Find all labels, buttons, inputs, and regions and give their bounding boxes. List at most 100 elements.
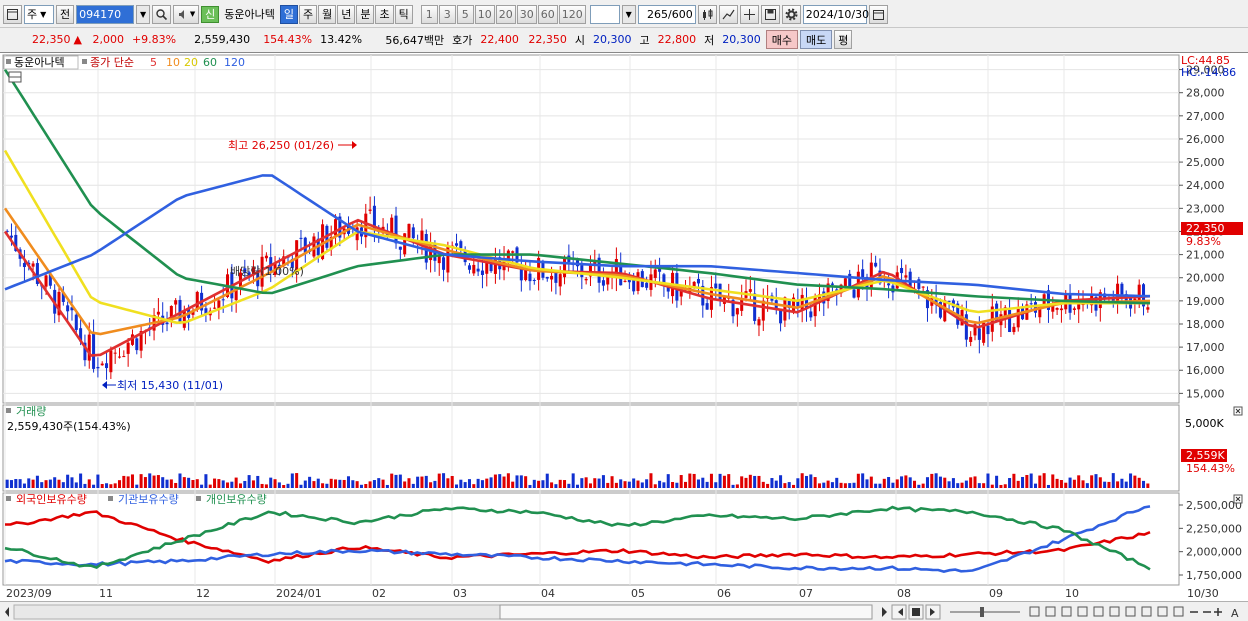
layout-icon[interactable] bbox=[1125, 606, 1136, 617]
stock-code-input[interactable]: 094170 bbox=[76, 4, 135, 24]
price-tick-label: 21,000 bbox=[1186, 249, 1225, 262]
buy-button[interactable]: 매수 bbox=[765, 30, 798, 49]
draw-tool-icon[interactable] bbox=[718, 4, 738, 24]
legend-stock[interactable]: 동운아나텍 bbox=[14, 56, 65, 69]
tab-week[interactable]: 주 bbox=[298, 4, 318, 24]
x-axis: 2023/09 11 12 2024/01 02 03 04 05 06 07 08 09 10 10/3… bbox=[6, 587, 1219, 600]
holding-tick-label: 2,250,000 bbox=[1186, 522, 1242, 535]
price-tick-label: 19,000 bbox=[1186, 295, 1225, 308]
tab-120min[interactable]: 120 bbox=[558, 4, 586, 24]
tab-60min[interactable]: 60 bbox=[537, 4, 558, 24]
tab-10min[interactable]: 10 bbox=[474, 4, 495, 24]
volume-bar bbox=[295, 473, 299, 488]
individual-title[interactable]: 개인보유수량 bbox=[206, 493, 267, 506]
volume-bar bbox=[334, 479, 338, 488]
volume-bar bbox=[251, 480, 255, 488]
volume-bar bbox=[161, 477, 165, 488]
scroll-right-icon[interactable] bbox=[882, 607, 887, 617]
x-tick-label: 2023/09 bbox=[6, 587, 52, 600]
window-icon[interactable] bbox=[3, 4, 22, 24]
tab-20min[interactable]: 20 bbox=[495, 4, 516, 24]
tab-3min[interactable]: 3 bbox=[438, 4, 456, 24]
tab-tick[interactable]: 틱 bbox=[394, 4, 413, 24]
legend-ma-title[interactable]: 종가 단순 bbox=[90, 56, 134, 69]
chart-canvas[interactable]: 29,00028,00027,00026,00025,00024,00023,0… bbox=[0, 53, 1248, 601]
scroll-track[interactable] bbox=[13, 604, 505, 620]
search-icon[interactable] bbox=[152, 4, 172, 24]
volume-bar bbox=[308, 476, 312, 488]
prev-button[interactable]: 전 bbox=[56, 4, 75, 24]
foreign-title[interactable]: 외국인보유수량 bbox=[16, 493, 87, 506]
candle-body bbox=[100, 363, 104, 366]
tab-month[interactable]: 월 bbox=[318, 4, 337, 24]
period-type-select[interactable]: 주 ▼ bbox=[24, 4, 54, 24]
scroll-left-icon[interactable] bbox=[5, 607, 9, 617]
candle-body bbox=[221, 299, 225, 301]
tab-30min[interactable]: 30 bbox=[516, 4, 537, 24]
date-input[interactable]: 2024/10/30 bbox=[802, 4, 869, 24]
volume-bar bbox=[908, 477, 912, 488]
legend-marker-icon bbox=[6, 496, 11, 501]
layout-icon[interactable] bbox=[1173, 606, 1184, 617]
volume-title[interactable]: 거래량 bbox=[16, 405, 46, 418]
speaker-icon[interactable]: ▼ bbox=[173, 4, 200, 24]
chart-scrollbar[interactable]: A bbox=[0, 601, 1248, 621]
institution-title[interactable]: 기관보유수량 bbox=[118, 493, 179, 506]
candle-body bbox=[636, 272, 640, 291]
zoom-slider-handle[interactable] bbox=[980, 607, 984, 617]
candle-type-icon[interactable] bbox=[697, 4, 717, 24]
volume-bar bbox=[195, 479, 199, 488]
scrollbar-canvas[interactable]: A bbox=[0, 602, 1248, 621]
volume-bar bbox=[5, 479, 9, 488]
tab-5min[interactable]: 5 bbox=[456, 4, 474, 24]
layout-icon[interactable] bbox=[1157, 606, 1168, 617]
open-price: 20,300 bbox=[592, 33, 632, 46]
chart-area[interactable]: 29,000 28,000 27,000 26,000 25,000 24,000 23,0… bbox=[0, 52, 1248, 621]
scroll-thumb[interactable] bbox=[499, 604, 873, 620]
tab-1min[interactable]: 1 bbox=[420, 4, 438, 24]
volume-bar bbox=[969, 477, 973, 488]
volume-bar bbox=[658, 480, 662, 488]
layout-icon[interactable] bbox=[1141, 606, 1152, 617]
candle-body bbox=[735, 308, 739, 315]
chevron-down-icon[interactable]: ▼ bbox=[621, 4, 636, 24]
volume-bar bbox=[826, 480, 830, 488]
volume-bar bbox=[204, 474, 208, 488]
layout-icon[interactable] bbox=[1109, 606, 1120, 617]
auto-scale-icon[interactable]: A bbox=[1231, 607, 1239, 620]
sell-button[interactable]: 매도 bbox=[799, 30, 833, 49]
x-tick-label: 07 bbox=[799, 587, 813, 600]
candle-body bbox=[843, 278, 847, 287]
custom-period-input[interactable] bbox=[589, 4, 620, 24]
current-price: 22,350 ▲ bbox=[29, 30, 85, 49]
volume-bar bbox=[951, 478, 955, 488]
layout-icon[interactable] bbox=[1077, 606, 1088, 617]
volume-bar bbox=[627, 481, 631, 488]
data-count-field[interactable]: 265/600 bbox=[637, 4, 696, 24]
price-tick-label: 25,000 bbox=[1186, 156, 1225, 169]
crosshair-icon[interactable] bbox=[739, 4, 759, 24]
volume-bar bbox=[606, 482, 610, 488]
legend-ma5: 5 bbox=[150, 56, 157, 69]
evaluate-button[interactable]: 평 bbox=[834, 30, 853, 49]
layout-icon[interactable] bbox=[1029, 606, 1040, 617]
volume-bar bbox=[1120, 478, 1124, 488]
volume-bar bbox=[424, 475, 428, 488]
volume-bar bbox=[381, 479, 385, 488]
candle-body bbox=[1116, 283, 1120, 304]
volume-bar bbox=[709, 473, 713, 488]
candle-body bbox=[1120, 283, 1124, 295]
layout-icon[interactable] bbox=[1061, 606, 1072, 617]
tab-year[interactable]: 년 bbox=[337, 4, 356, 24]
tab-second[interactable]: 초 bbox=[375, 4, 394, 24]
chevron-down-icon[interactable]: ▼ bbox=[136, 4, 151, 24]
layout-icon[interactable] bbox=[1093, 606, 1104, 617]
tab-day[interactable]: 일 bbox=[279, 4, 298, 24]
volume-bar bbox=[1137, 477, 1141, 488]
save-icon[interactable] bbox=[760, 4, 780, 24]
volume-bar bbox=[27, 478, 31, 488]
layout-icon[interactable] bbox=[1045, 606, 1056, 617]
calendar-icon[interactable] bbox=[868, 4, 888, 24]
tab-minute[interactable]: 분 bbox=[356, 4, 375, 24]
gear-icon[interactable] bbox=[781, 4, 801, 24]
